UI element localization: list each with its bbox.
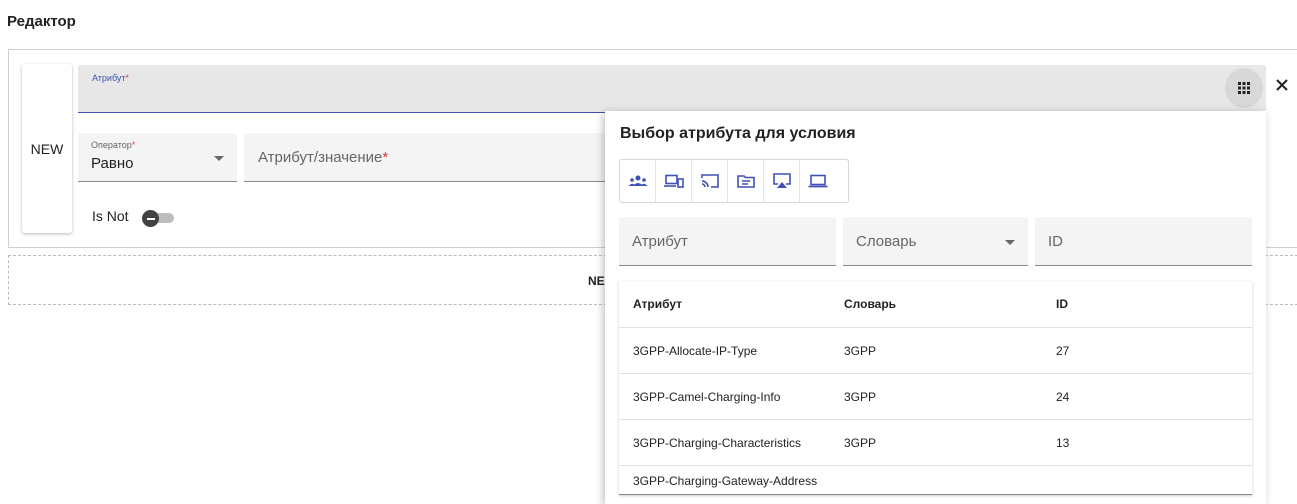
cell-id: 13 [1056, 435, 1070, 450]
attribute-filter-placeholder: Атрибут [632, 233, 688, 250]
dictionary-filter-select[interactable]: Словарь [843, 217, 1028, 266]
cell-id: 24 [1056, 389, 1070, 404]
cell-attribute: 3GPP-Allocate-IP-Type [633, 343, 758, 358]
attribute-filter-input[interactable]: Атрибут [619, 217, 836, 266]
cast-icon [700, 174, 719, 188]
cast-tool-button[interactable] [692, 160, 728, 202]
column-header-attribute[interactable]: Атрибут [633, 281, 823, 327]
value-placeholder: Атрибут/значение* [258, 149, 389, 166]
close-icon [1276, 79, 1288, 91]
is-not-label: Is Not [92, 208, 129, 224]
cell-attribute: 3GPP-Charging-Gateway-Address [633, 474, 818, 488]
grid-icon [1238, 82, 1250, 94]
cell-attribute: 3GPP-Camel-Charging-Info [633, 389, 781, 404]
laptop-tool-button[interactable] [800, 160, 836, 202]
dictionary-filter-placeholder: Словарь [856, 233, 917, 250]
table-row[interactable]: 3GPP-Charging-Gateway-Address 3GPP 4 [619, 466, 1252, 495]
attribute-picker-popup: Выбор атрибута для условия Атрибут Слова… [605, 111, 1266, 504]
new-label: NEW [30, 140, 64, 157]
cell-id: 27 [1056, 343, 1070, 358]
attribute-category-toolbar [619, 159, 849, 203]
operator-label: Оператор* [91, 140, 136, 150]
cell-id: 4 [1056, 466, 1136, 495]
is-not-toggle[interactable] [142, 210, 174, 227]
people-tool-button[interactable] [620, 160, 656, 202]
laptop-icon [808, 174, 828, 188]
folder-icon [736, 175, 755, 188]
close-button[interactable] [1272, 72, 1292, 98]
attribute-field-label: Атрибут* [92, 73, 130, 83]
airplay-tool-button[interactable] [764, 160, 800, 202]
cell-attribute: 3GPP-Charging-Characteristics [633, 435, 802, 450]
table-header-row: Атрибут Словарь ID [619, 281, 1252, 328]
new-condition-badge[interactable]: NEW [22, 64, 72, 233]
devices-icon [663, 174, 684, 188]
toggle-thumb [142, 210, 159, 227]
devices-tool-button[interactable] [656, 160, 692, 202]
popup-title: Выбор атрибута для условия [620, 125, 856, 142]
id-filter-input[interactable]: ID [1035, 217, 1252, 266]
chevron-down-icon [1005, 240, 1015, 245]
operator-value: Равно [91, 155, 134, 172]
operator-select[interactable]: Оператор* Равно [78, 133, 237, 182]
id-filter-placeholder: ID [1048, 233, 1063, 250]
column-header-dictionary[interactable]: Словарь [844, 281, 994, 327]
column-header-id[interactable]: ID [1056, 281, 1136, 327]
attribute-picker-button[interactable] [1225, 68, 1263, 108]
table-row[interactable]: 3GPP-Camel-Charging-Info 3GPP 24 [619, 374, 1252, 420]
cell-dictionary: 3GPP [844, 343, 877, 358]
value-field[interactable]: Атрибут/значение* [244, 133, 624, 182]
page-title: Редактор [7, 13, 76, 30]
attribute-table: Атрибут Словарь ID 3GPP-Allocate-IP-Type… [619, 281, 1252, 495]
chevron-down-icon [214, 156, 224, 161]
folder-tool-button[interactable] [728, 160, 764, 202]
airplay-icon [772, 173, 791, 188]
attribute-field[interactable]: Атрибут* [78, 65, 1266, 113]
table-row[interactable]: 3GPP-Charging-Characteristics 3GPP 13 [619, 420, 1252, 466]
table-row[interactable]: 3GPP-Allocate-IP-Type 3GPP 27 [619, 328, 1252, 374]
cell-dictionary: 3GPP [844, 466, 994, 495]
add-group-label: NE [588, 274, 605, 288]
cell-dictionary: 3GPP [844, 435, 877, 450]
cell-dictionary: 3GPP [844, 389, 877, 404]
people-icon [628, 175, 647, 186]
